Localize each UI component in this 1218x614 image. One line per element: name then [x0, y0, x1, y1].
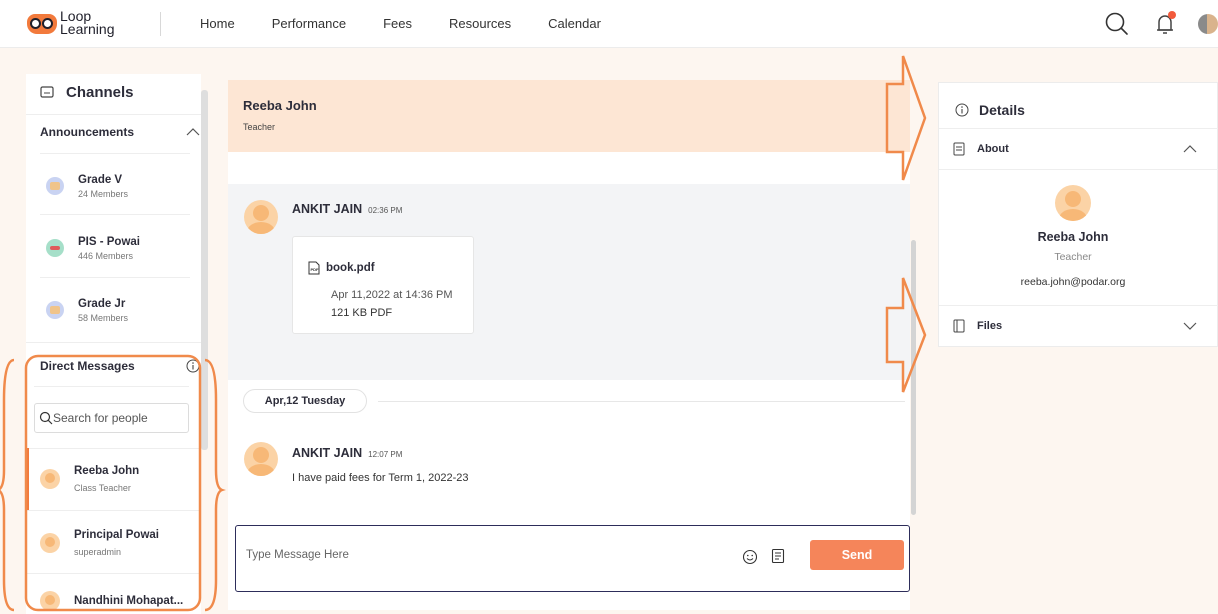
files-section-toggle[interactable]: Files [939, 317, 1218, 335]
channel-item[interactable]: Grade Jr 58 Members [46, 282, 201, 338]
nav-item-fees[interactable]: Fees [383, 16, 412, 31]
document-icon [953, 142, 965, 156]
pdf-icon: PDF [308, 261, 320, 275]
divider [26, 114, 201, 115]
notification-dot [1168, 11, 1176, 19]
contact-role: superadmin [74, 547, 122, 557]
chat-contact-name: Reeba John [243, 98, 317, 113]
logo-text: Loop Learning [60, 8, 115, 37]
send-button[interactable]: Send [810, 540, 904, 570]
avatar [244, 442, 278, 476]
divider [40, 153, 190, 154]
channel-avatar [46, 177, 64, 195]
app-logo[interactable]: Loop Learning [27, 8, 115, 37]
info-icon[interactable] [186, 359, 200, 373]
date-divider-line [378, 401, 905, 402]
details-heading: Details [955, 102, 1025, 118]
channel-item[interactable]: PIS - Powai 446 Members [46, 220, 201, 276]
dm-contact-item[interactable]: Principal Powai superadmin [26, 512, 201, 574]
date-divider-pill: Apr,12 Tuesday [243, 389, 367, 413]
channel-members: 446 Members [78, 250, 134, 261]
contact-role: Class Teacher [74, 483, 131, 493]
search-icon [39, 411, 53, 425]
about-section-toggle[interactable]: About [939, 139, 1218, 159]
main-nav: Home Performance Fees Resources Calendar [200, 16, 638, 31]
divider [939, 169, 1218, 170]
divider [34, 386, 189, 387]
message-author: ANKIT JAIN 12:07 PM [292, 446, 403, 460]
divider [939, 128, 1218, 129]
top-navbar: Loop Learning Home Performance Fees Reso… [0, 0, 1218, 48]
avatar [40, 533, 60, 553]
message-composer[interactable]: Type Message Here Send [235, 525, 910, 592]
annotation-brace-left [0, 358, 15, 612]
file-attachment-card[interactable]: PDF book.pdf Apr 11,2022 at 14:36 PM 121… [292, 236, 474, 334]
attachment-icon[interactable] [771, 548, 785, 564]
contact-name: Reeba John [74, 465, 140, 477]
channel-members: 58 Members [78, 312, 129, 323]
chat-panel: Reeba John Teacher ANKIT JAIN 02:36 PM PD… [228, 80, 916, 610]
chevron-up-icon[interactable] [186, 127, 200, 137]
file-size: 121 KB PDF [331, 307, 393, 319]
divider [26, 342, 201, 343]
file-date: Apr 11,2022 at 14:36 PM [331, 289, 453, 301]
channel-name: Grade V [78, 173, 123, 186]
message-author: ANKIT JAIN 02:36 PM [292, 202, 403, 216]
message-text: I have paid fees for Term 1, 2022-23 [292, 472, 469, 484]
channel-avatar [46, 239, 64, 257]
svg-text:PDF: PDF [311, 267, 320, 272]
channel-name: Grade Jr [78, 297, 126, 310]
files-icon [953, 319, 965, 333]
nav-item-calendar[interactable]: Calendar [548, 16, 601, 31]
details-role: Teacher [1054, 251, 1092, 263]
message-file: ANKIT JAIN 02:36 PM PDF book.pdf Apr 11,2… [228, 184, 910, 380]
contact-name: Principal Powai [74, 529, 159, 541]
chat-header: Reeba John Teacher [228, 80, 910, 152]
avatar [40, 469, 60, 489]
nav-item-resources[interactable]: Resources [449, 16, 511, 31]
chevron-down-icon[interactable] [1183, 321, 1197, 331]
chevron-up-icon[interactable] [1183, 144, 1197, 154]
file-name[interactable]: PDF book.pdf [308, 261, 375, 275]
divider [26, 510, 201, 511]
dm-contact-item[interactable]: Reeba John Class Teacher [26, 448, 201, 510]
message-time: 02:36 PM [368, 206, 403, 215]
chat-contact-role: Teacher [243, 122, 276, 132]
divider [40, 214, 190, 215]
channel-name: PIS - Powai [78, 235, 140, 248]
chat-scrollbar[interactable] [911, 240, 916, 515]
direct-messages-header: Direct Messages [40, 359, 200, 373]
contact-name: Nandhini Mohapat... [74, 595, 184, 607]
chat-icon [40, 85, 54, 98]
top-actions [1102, 9, 1218, 39]
avatar [244, 200, 278, 234]
divider [939, 305, 1218, 306]
dm-contact-item[interactable]: Nandhini Mohapat... [26, 570, 201, 614]
channels-heading: Channels [40, 84, 134, 101]
avatar [40, 591, 60, 611]
emoji-icon[interactable] [742, 549, 758, 565]
channel-members: 24 Members [78, 188, 129, 199]
announcements-header[interactable]: Announcements [40, 125, 200, 139]
message-input[interactable]: Type Message Here [246, 549, 349, 561]
info-icon [955, 103, 969, 117]
details-panel: Details About Reeba John Teacher reeba.j… [938, 82, 1218, 347]
nav-divider [160, 12, 161, 36]
message-time: 12:07 PM [368, 450, 403, 459]
search-icon[interactable] [1102, 9, 1132, 39]
bell-icon[interactable] [1150, 9, 1180, 39]
channel-avatar [46, 301, 64, 319]
user-avatar[interactable] [1198, 14, 1218, 34]
details-name: Reeba John [1037, 230, 1109, 244]
channel-item[interactable]: Grade V 24 Members [46, 158, 201, 214]
sidebar-scrollbar[interactable] [201, 90, 208, 450]
nav-item-performance[interactable]: Performance [272, 16, 346, 31]
channels-sidebar: Channels Announcements Grade V 24 Member… [26, 74, 201, 614]
owl-logo-icon [27, 12, 57, 34]
details-email[interactable]: reeba.john@podar.org [939, 276, 1207, 288]
nav-item-home[interactable]: Home [200, 16, 235, 31]
divider [40, 277, 190, 278]
avatar [1055, 185, 1091, 221]
search-people-input[interactable]: Search for people [34, 403, 189, 433]
